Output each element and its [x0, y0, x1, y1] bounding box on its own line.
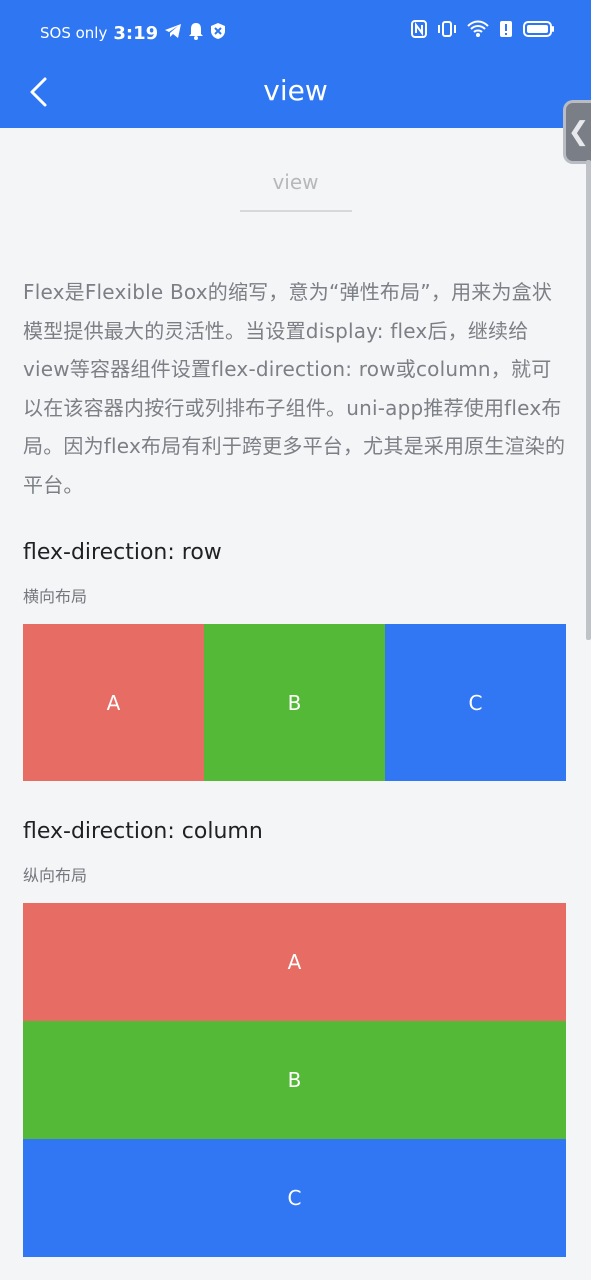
section-title-column: flex-direction: column	[23, 819, 263, 844]
alert-icon	[499, 20, 513, 38]
sos-status: SOS only	[40, 24, 108, 42]
column-cell-c: C	[23, 1139, 566, 1257]
app-header: SOS only 3:19 view	[0, 0, 591, 128]
intro-text: Flex是Flexible Box的缩写，意为“弹性布局”，用来为盒状模型提供最…	[23, 280, 566, 497]
page-head-label: view	[272, 170, 319, 194]
page-head-divider	[239, 210, 352, 212]
row-cell-a: A	[23, 624, 204, 781]
navigation-bar: view	[0, 60, 591, 122]
chevron-left-icon: ❮	[567, 117, 590, 147]
status-bar: SOS only 3:19	[0, 18, 591, 48]
side-drawer-handle[interactable]: ❮	[563, 100, 591, 164]
flex-column-demo: A B C	[23, 903, 566, 1257]
column-cell-a: A	[23, 903, 566, 1021]
flex-row-demo: A B C	[23, 624, 566, 781]
section-title-row: flex-direction: row	[23, 540, 222, 565]
page-title: view	[263, 74, 328, 107]
status-left: SOS only 3:19	[40, 22, 226, 44]
section-subtitle-column: 纵向布局	[23, 866, 88, 885]
row-cell-b: B	[204, 624, 385, 781]
wifi-icon	[467, 20, 489, 38]
section-subtitle-row: 横向布局	[23, 587, 88, 606]
page-head: view	[0, 170, 591, 212]
bell-icon	[188, 22, 204, 44]
shield-icon	[210, 22, 226, 44]
row-cell-c: C	[385, 624, 566, 781]
battery-icon	[523, 20, 555, 38]
status-right	[411, 20, 555, 38]
column-cell-b: B	[23, 1021, 566, 1139]
scrollbar[interactable]	[586, 160, 591, 640]
nfc-icon	[411, 20, 427, 38]
telegram-icon	[164, 23, 182, 43]
vibrate-icon	[437, 20, 457, 38]
status-time: 3:19	[113, 22, 159, 44]
